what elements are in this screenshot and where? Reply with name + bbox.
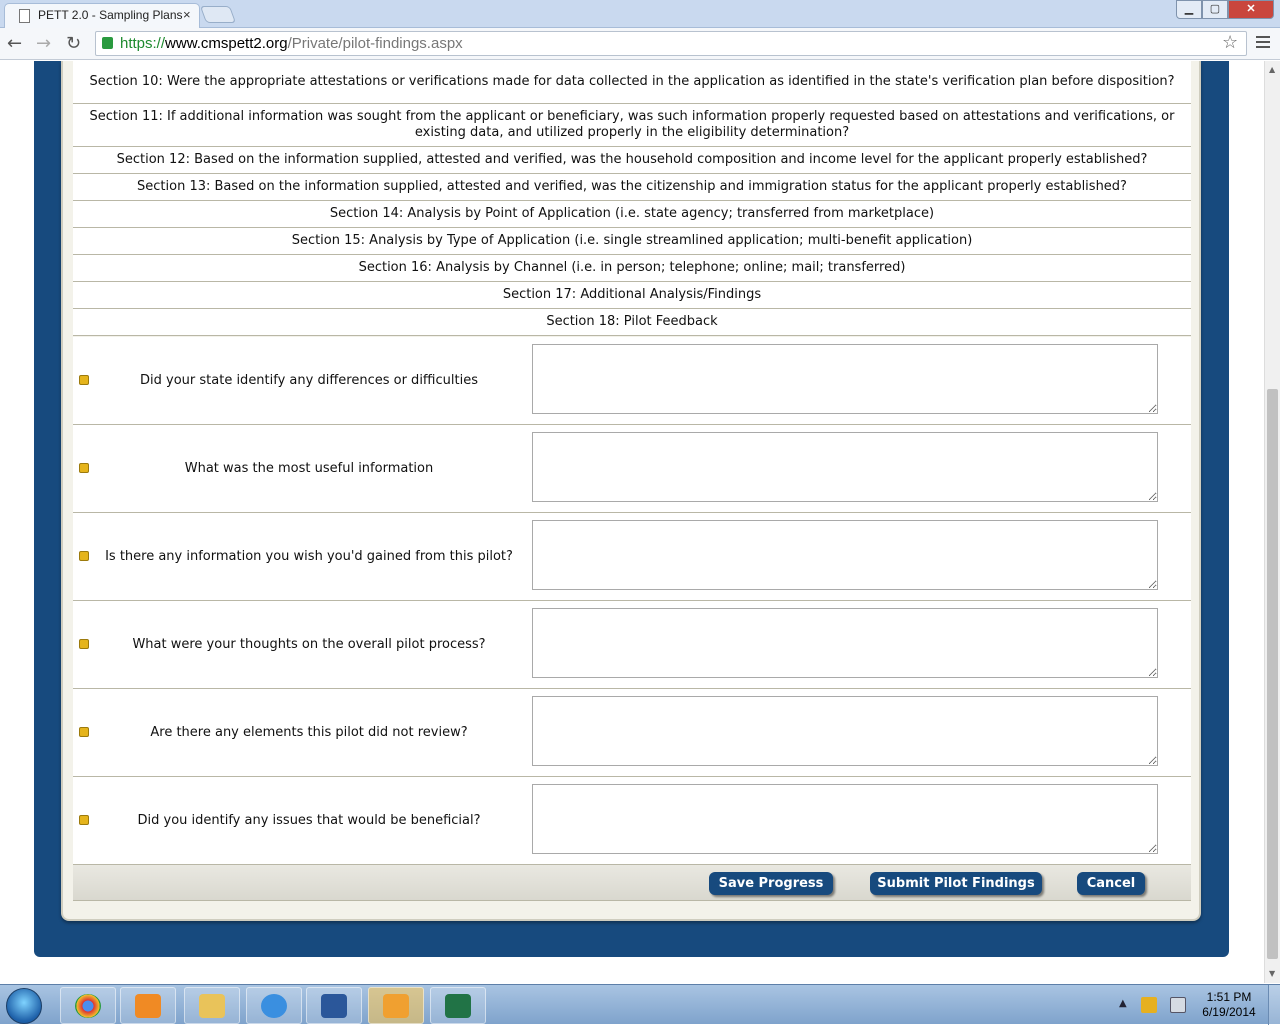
section-row-15[interactable]: Section 15: Analysis by Type of Applicat… [73,228,1191,255]
save-progress-button[interactable]: Save Progress [709,872,833,895]
required-bullet-icon [79,375,89,385]
question-label: Is there any information you wish you'd … [105,549,513,564]
media-player-icon [135,994,161,1018]
browser-menu-icon[interactable] [1256,36,1270,48]
page-viewport: Section 10: Were the appropriate attesta… [0,61,1264,983]
browser-titlebar: PETT 2.0 - Sampling Plans × ▁ ▢ ✕ [0,0,1280,28]
internet-explorer-icon [261,994,287,1018]
useful-info-textarea[interactable] [532,432,1158,502]
question-row-issues: Did you identify any issues that would b… [73,777,1191,865]
outlook-icon [383,994,409,1018]
excel-icon [445,994,471,1018]
required-bullet-icon [79,639,89,649]
elements-textarea[interactable] [532,696,1158,766]
section-row-10[interactable]: Section 10: Were the appropriate attesta… [73,61,1191,104]
findings-panel: Section 10: Were the appropriate attesta… [61,61,1201,921]
cancel-button[interactable]: Cancel [1077,872,1145,895]
question-label: Did you identify any issues that would b… [137,813,481,828]
scroll-down-arrow-icon[interactable]: ▼ [1269,969,1275,978]
tab-title: PETT 2.0 - Sampling Plans [38,8,183,22]
windows-taskbar: ▲ 1:51 PM 6/19/2014 [0,984,1280,1025]
required-bullet-icon [79,551,89,561]
section-row-16[interactable]: Section 16: Analysis by Channel (i.e. in… [73,255,1191,282]
tray-expand-icon[interactable]: ▲ [1119,998,1127,1009]
minimize-button[interactable]: ▁ [1176,0,1202,19]
section-row-13[interactable]: Section 13: Based on the information sup… [73,174,1191,201]
lock-icon [102,37,113,49]
scroll-up-arrow-icon[interactable]: ▲ [1269,65,1275,74]
action-bar: Save Progress Submit Pilot Findings Canc… [73,865,1191,901]
question-row-wish-gained: Is there any information you wish you'd … [73,513,1191,601]
section-row-17[interactable]: Section 17: Additional Analysis/Findings [73,282,1191,309]
back-arrow-icon[interactable]: ← [7,33,22,54]
taskbar-file-explorer[interactable] [184,987,240,1024]
taskbar-outlook[interactable] [368,987,424,1024]
section-row-14[interactable]: Section 14: Analysis by Point of Applica… [73,201,1191,228]
tray-network-icon[interactable] [1170,997,1186,1013]
issues-textarea[interactable] [532,784,1158,854]
tray-outlook-icon[interactable] [1141,997,1157,1013]
question-label: What was the most useful information [184,461,434,476]
submit-pilot-findings-button[interactable]: Submit Pilot Findings [870,872,1042,895]
start-button[interactable] [6,988,42,1024]
section-row-12[interactable]: Section 12: Based on the information sup… [73,147,1191,174]
maximize-button[interactable]: ▢ [1202,0,1228,19]
window-close-button[interactable]: ✕ [1228,0,1274,19]
url-text[interactable]: https://www.cmspett2.org/Private/pilot-f… [120,35,463,52]
taskbar-word[interactable] [306,987,362,1024]
show-desktop-button[interactable] [1268,985,1280,1025]
file-explorer-icon [199,994,225,1018]
wish-gained-textarea[interactable] [532,520,1158,590]
section-row-18[interactable]: Section 18: Pilot Feedback [73,309,1191,336]
thoughts-textarea[interactable] [532,608,1158,678]
taskbar-internet-explorer[interactable] [246,987,302,1024]
document-icon [19,9,30,23]
question-row-differences: Did your state identify any differences … [73,337,1191,425]
reload-icon[interactable]: ↻ [66,33,81,54]
required-bullet-icon [79,815,89,825]
scrollbar-thumb[interactable] [1267,389,1278,959]
vertical-scrollbar[interactable]: ▲ ▼ [1264,61,1280,983]
system-clock[interactable]: 1:51 PM 6/19/2014 [1196,990,1262,1020]
taskbar-chrome[interactable] [60,987,116,1024]
address-bar[interactable]: https://www.cmspett2.org/Private/pilot-f… [95,31,1247,56]
question-label: What were your thoughts on the overall p… [132,637,486,652]
bookmark-star-icon[interactable]: ☆ [1222,32,1238,53]
section-row-11[interactable]: Section 11: If additional information wa… [73,104,1191,147]
question-row-thoughts: What were your thoughts on the overall p… [73,601,1191,689]
browser-toolbar: ← → ↻ https://www.cmspett2.org/Private/p… [0,28,1280,60]
question-row-elements: Are there any elements this pilot did no… [73,689,1191,777]
question-label: Did your state identify any differences … [140,373,478,388]
required-bullet-icon [79,463,89,473]
taskbar-excel[interactable] [430,987,486,1024]
chrome-icon [75,994,101,1018]
taskbar-media-player[interactable] [120,987,176,1024]
browser-tab[interactable]: PETT 2.0 - Sampling Plans × [4,3,200,28]
question-label: Are there any elements this pilot did no… [150,725,468,740]
forward-arrow-icon[interactable]: → [36,33,51,54]
tab-close-icon[interactable]: × [183,7,191,22]
clock-date: 6/19/2014 [1202,1005,1256,1019]
question-row-useful-info: What was the most useful information [73,425,1191,513]
word-icon [321,994,347,1018]
required-bullet-icon [79,727,89,737]
new-tab-button[interactable] [199,6,237,23]
differences-textarea[interactable] [532,344,1158,414]
clock-time: 1:51 PM [1206,990,1252,1004]
